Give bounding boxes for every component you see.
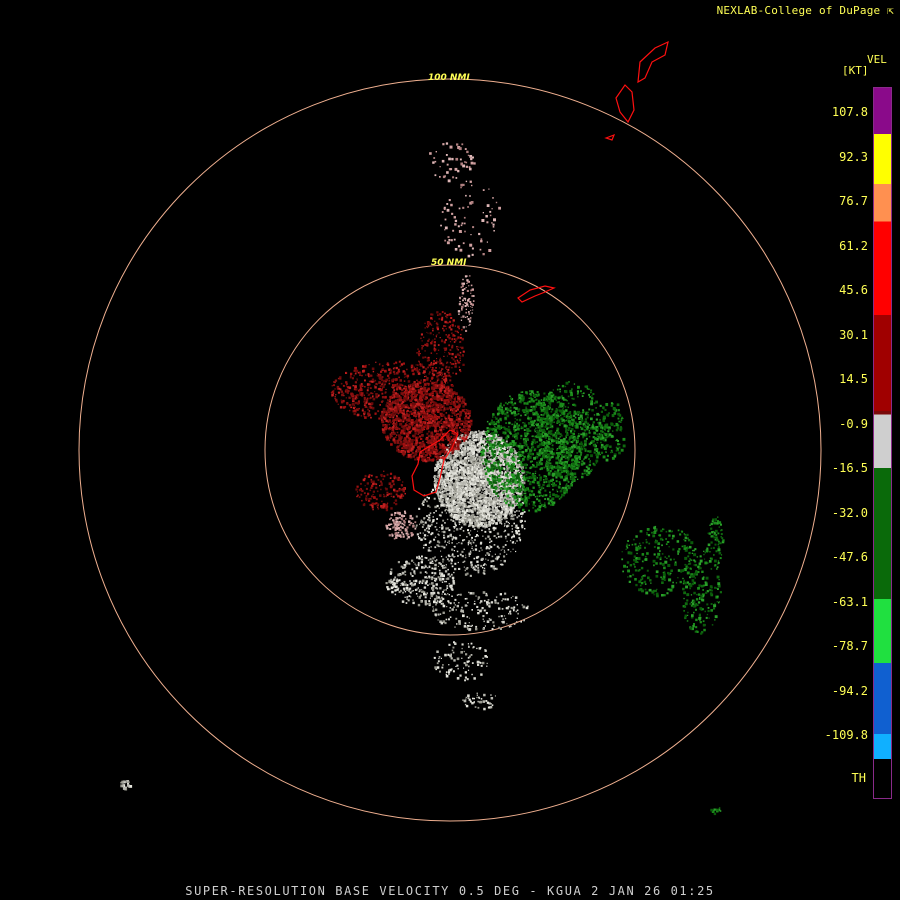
colorbar-tick-label: TH bbox=[851, 771, 866, 785]
colorbar-tick-label: 76.7 bbox=[839, 194, 868, 208]
radar-map bbox=[78, 40, 822, 822]
colorbar-tick-label: 14.5 bbox=[839, 372, 868, 386]
coastline-islet bbox=[604, 133, 616, 141]
ring-label-100nmi: 100 NMI bbox=[428, 73, 470, 83]
colorbar-tick-label: -109.8 bbox=[824, 728, 868, 742]
colorbar-tick-label: 45.6 bbox=[839, 283, 868, 297]
legend-product: VEL bbox=[867, 53, 887, 66]
colorbar-tick-label: -0.9 bbox=[839, 416, 868, 431]
legend-unit: [KT] bbox=[842, 64, 869, 77]
colorbar-tick-label: 61.2 bbox=[839, 238, 868, 253]
velocity-echoes bbox=[120, 142, 725, 816]
ring-label-50nmi: 50 NMI bbox=[431, 258, 467, 268]
colorbar-tick-label: 30.1 bbox=[839, 327, 868, 342]
colorbar-tick-label: -47.6 bbox=[831, 550, 868, 564]
colorbar-tick-label: -63.1 bbox=[831, 594, 868, 609]
colorbar-tick-label: 92.3 bbox=[839, 149, 868, 164]
colorbar-tick-label: -16.5 bbox=[831, 461, 868, 475]
colorbar-tick-label: 107.8 bbox=[831, 105, 868, 119]
coastline-northern-island-2 bbox=[615, 84, 635, 124]
credit-label: NEXLAB-College of DuPage ⇱ bbox=[716, 4, 894, 17]
product-footer: SUPER-RESOLUTION BASE VELOCITY 0.5 DEG -… bbox=[185, 884, 715, 898]
coastline-northern-island bbox=[637, 40, 669, 84]
colorbar-tick-label: -32.0 bbox=[831, 505, 868, 520]
colorbar-tick-label: -94.2 bbox=[831, 683, 868, 698]
colorbar-tick-label: -78.7 bbox=[831, 639, 868, 653]
velocity-colorbar bbox=[873, 87, 892, 799]
